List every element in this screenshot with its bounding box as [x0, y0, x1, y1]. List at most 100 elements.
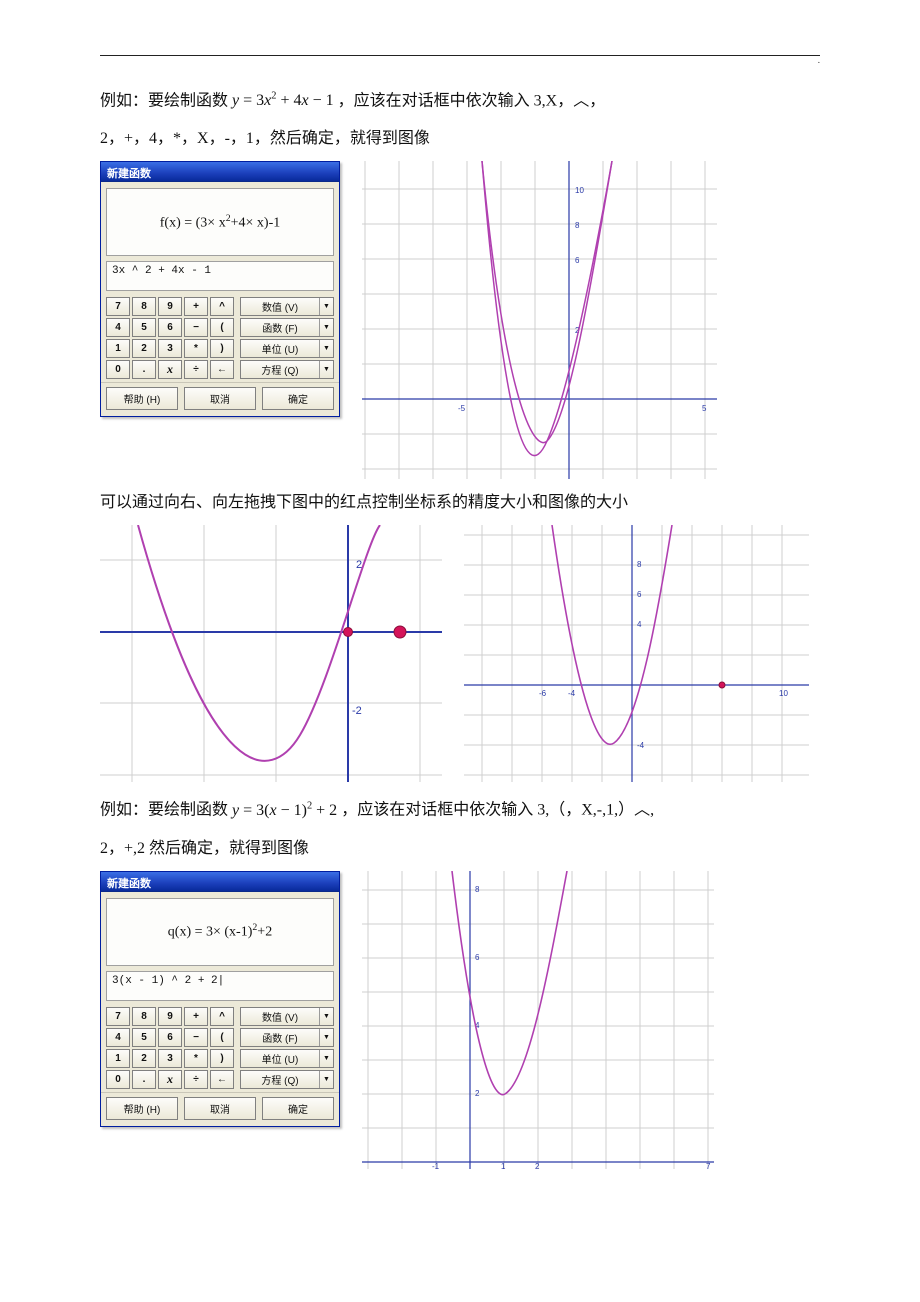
menu-function[interactable]: 函数 (F)▼: [240, 1028, 334, 1047]
key-0[interactable]: 0: [106, 1070, 130, 1089]
key-rparen[interactable]: ): [210, 339, 234, 358]
tick-label: 2: [535, 1162, 540, 1169]
key-1[interactable]: 1: [106, 1049, 130, 1068]
chevron-down-icon: ▼: [319, 361, 333, 378]
tick-label: -6: [539, 689, 547, 698]
key-5[interactable]: 5: [132, 318, 156, 337]
key-plus[interactable]: +: [184, 1007, 208, 1026]
tick-label: 7: [706, 1162, 711, 1169]
menu-equation[interactable]: 方程 (Q)▼: [240, 1070, 334, 1089]
formula-panel: f(x) = (3× x2+4× x)-1: [106, 188, 334, 256]
key-plus[interactable]: +: [184, 297, 208, 316]
key-pow[interactable]: ^: [210, 297, 234, 316]
key-1[interactable]: 1: [106, 339, 130, 358]
ok-button[interactable]: 确定: [262, 1097, 334, 1120]
tick-label: -5: [458, 404, 466, 413]
key-back[interactable]: ←: [210, 360, 234, 379]
key-7[interactable]: 7: [106, 1007, 130, 1026]
ok-button[interactable]: 确定: [262, 387, 334, 410]
key-9[interactable]: 9: [158, 1007, 182, 1026]
formula-display: f(x) = (3× x2+4× x)-1: [160, 213, 280, 232]
tick-label: -1: [432, 1162, 440, 1169]
para-3a: 例如：要绘制函数 y = 3(x − 1)2 + 2 ，应该在对话框中依次输入 …: [100, 790, 820, 826]
key-dot[interactable]: .: [132, 360, 156, 379]
plot-1: -5 5 2 6 8 10: [362, 161, 717, 479]
key-8[interactable]: 8: [132, 1007, 156, 1026]
corner-dot: .: [818, 55, 820, 65]
dialog-new-function-2: 新建函数 q(x) = 3× (x-1)2+2 3(x - 1) ^ 2 + 2…: [100, 871, 340, 1127]
key-times[interactable]: *: [184, 339, 208, 358]
formula-panel: q(x) = 3× (x-1)2+2: [106, 898, 334, 966]
key-6[interactable]: 6: [158, 1028, 182, 1047]
expression-input[interactable]: 3x ^ 2 + 4x - 1: [106, 261, 334, 291]
chevron-down-icon: ▼: [319, 298, 333, 315]
cancel-button[interactable]: 取消: [184, 1097, 256, 1120]
menu-unit[interactable]: 单位 (U)▼: [240, 339, 334, 358]
key-div[interactable]: ÷: [184, 360, 208, 379]
key-3[interactable]: 3: [158, 1049, 182, 1068]
expression-input[interactable]: 3(x - 1) ^ 2 + 2|: [106, 971, 334, 1001]
tick-label: 10: [575, 186, 584, 195]
key-2[interactable]: 2: [132, 1049, 156, 1068]
key-2[interactable]: 2: [132, 339, 156, 358]
key-4[interactable]: 4: [106, 1028, 130, 1047]
key-dot[interactable]: .: [132, 1070, 156, 1089]
key-back[interactable]: ←: [210, 1070, 234, 1089]
key-pow[interactable]: ^: [210, 1007, 234, 1026]
key-lparen[interactable]: (: [210, 1028, 234, 1047]
tick-label: 6: [475, 953, 480, 962]
tick-label: 6: [575, 256, 580, 265]
dialog-title: 新建函数: [101, 162, 339, 182]
chevron-down-icon: ▼: [319, 1071, 333, 1088]
key-7[interactable]: 7: [106, 297, 130, 316]
tick-label: 10: [779, 689, 788, 698]
tick-label: 8: [637, 560, 642, 569]
key-minus[interactable]: −: [184, 1028, 208, 1047]
dialog-new-function-1: 新建函数 f(x) = (3× x2+4× x)-1 3x ^ 2 + 4x -…: [100, 161, 340, 417]
cancel-button[interactable]: 取消: [184, 387, 256, 410]
chevron-down-icon: ▼: [319, 1029, 333, 1046]
key-3[interactable]: 3: [158, 339, 182, 358]
key-5[interactable]: 5: [132, 1028, 156, 1047]
keypad: 7 8 9 + ^ 4 5 6 − ( 1 2 3 * ) 0 .: [106, 1007, 234, 1089]
key-x[interactable]: x: [158, 1070, 182, 1089]
menu-value[interactable]: 数值 (V)▼: [240, 1007, 334, 1026]
key-9[interactable]: 9: [158, 297, 182, 316]
tick-label: 8: [475, 885, 480, 894]
tick-label: -4: [568, 689, 576, 698]
help-button[interactable]: 帮助 (H): [106, 387, 178, 410]
tick-label: -4: [637, 741, 645, 750]
chevron-down-icon: ▼: [319, 1008, 333, 1025]
key-0[interactable]: 0: [106, 360, 130, 379]
plot-2b: -6 -4 10 4 6 8 -4: [464, 525, 809, 782]
chevron-down-icon: ▼: [319, 1050, 333, 1067]
key-4[interactable]: 4: [106, 318, 130, 337]
chevron-down-icon: ▼: [319, 340, 333, 357]
top-rule: [100, 55, 820, 56]
tick-label: 6: [637, 590, 642, 599]
formula-display: q(x) = 3× (x-1)2+2: [168, 922, 272, 941]
tick-label: 8: [575, 221, 580, 230]
tick-label: 2: [475, 1089, 480, 1098]
menu-equation[interactable]: 方程 (Q)▼: [240, 360, 334, 379]
menu-unit[interactable]: 单位 (U)▼: [240, 1049, 334, 1068]
menu-value[interactable]: 数值 (V)▼: [240, 297, 334, 316]
key-x[interactable]: x: [158, 360, 182, 379]
key-8[interactable]: 8: [132, 297, 156, 316]
key-times[interactable]: *: [184, 1049, 208, 1068]
dialog-title: 新建函数: [101, 872, 339, 892]
key-lparen[interactable]: (: [210, 318, 234, 337]
plot-2a: 2 -2: [100, 525, 442, 782]
key-div[interactable]: ÷: [184, 1070, 208, 1089]
menu-function[interactable]: 函数 (F)▼: [240, 318, 334, 337]
tick-label: 1: [501, 1162, 506, 1169]
tick-label: -2: [352, 705, 362, 717]
tick-label: 4: [637, 620, 642, 629]
para-2: 可以通过向右、向左拖拽下图中的红点控制坐标系的精度大小和图像的大小: [100, 487, 820, 519]
help-button[interactable]: 帮助 (H): [106, 1097, 178, 1120]
key-minus[interactable]: −: [184, 318, 208, 337]
para-1b: 2，+，4，*，X，-，1，然后确定，就得到图像: [100, 123, 820, 155]
key-rparen[interactable]: ): [210, 1049, 234, 1068]
para-3b: 2，+,2 然后确定，就得到图像: [100, 833, 820, 865]
key-6[interactable]: 6: [158, 318, 182, 337]
